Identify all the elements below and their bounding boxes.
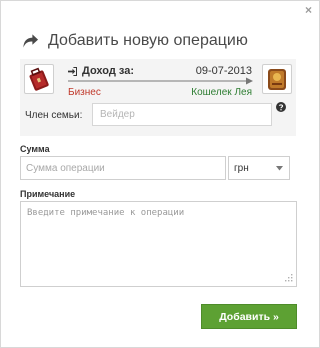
family-member-label: Член семьи: [25, 110, 83, 121]
note-label: Примечание [20, 189, 76, 199]
flow-accounts: Бизнес Кошелек Лея [68, 85, 252, 99]
family-member-input[interactable] [92, 103, 272, 126]
close-button[interactable]: × [305, 4, 312, 16]
source-account-button[interactable] [24, 64, 54, 94]
question-circle-icon[interactable] [276, 102, 286, 112]
operation-flow-panel: Доход за: 09-07-2013 Бизнес Кошелек Лея … [20, 59, 296, 136]
amount-input[interactable] [20, 156, 226, 180]
currency-value: грн [234, 162, 249, 174]
flow-header: Доход за: 09-07-2013 [68, 64, 252, 78]
note-textarea[interactable] [20, 201, 297, 287]
resize-handle-icon[interactable] [284, 273, 293, 282]
caret-down-icon [276, 165, 283, 170]
sign-in-icon [68, 66, 77, 76]
target-account-button[interactable] [262, 64, 292, 94]
add-button[interactable]: Добавить » [201, 304, 297, 329]
dialog-title: Добавить новую операцию [48, 32, 248, 49]
target-account-label: Кошелек Лея [191, 86, 252, 98]
briefcase-icon [29, 67, 49, 91]
share-arrow-icon [23, 34, 39, 48]
source-account-label: Бизнес [68, 86, 101, 98]
add-operation-dialog: × Добавить новую операцию Доход за: 09-0… [0, 0, 320, 348]
operation-type-label: Доход за: [82, 65, 134, 77]
operation-date[interactable]: 09-07-2013 [196, 65, 252, 77]
amount-label: Сумма [20, 144, 50, 154]
dialog-header: Добавить новую операцию [22, 31, 248, 51]
currency-select[interactable]: грн [228, 156, 290, 180]
wallet-icon [268, 69, 286, 90]
flow-arrow-icon [68, 77, 253, 85]
